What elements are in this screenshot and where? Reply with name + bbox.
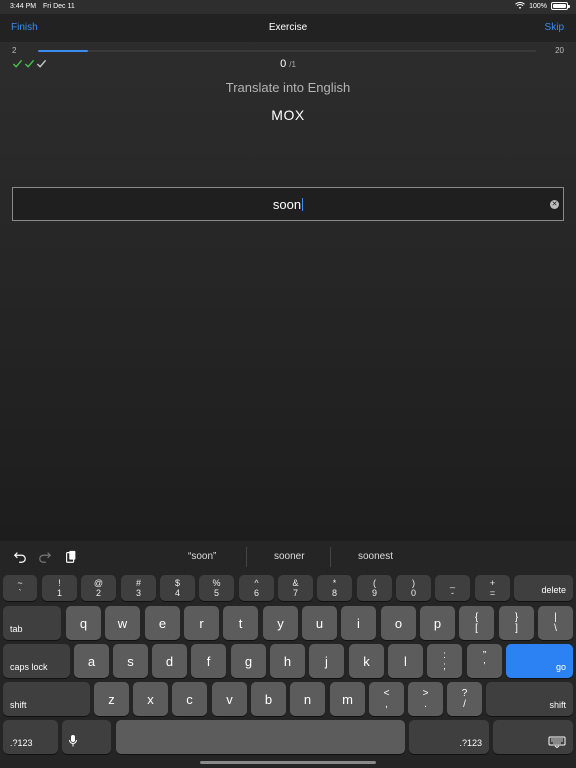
go-key[interactable]: go (506, 644, 573, 678)
wifi-icon (515, 2, 525, 9)
undo-icon[interactable] (13, 550, 27, 564)
key-period[interactable]: >. (408, 682, 443, 716)
answer-text-wrap: soon (13, 197, 563, 212)
key-q[interactable]: q (66, 606, 101, 640)
key-f[interactable]: f (191, 644, 226, 678)
suggestion-bar: “soon” sooner soonest (0, 541, 576, 572)
key-t[interactable]: t (223, 606, 258, 640)
key-6[interactable]: ^ 6 (239, 575, 274, 601)
key-minus[interactable]: _ - (435, 575, 470, 601)
progress-end-label: 20 (555, 46, 564, 55)
status-time: 3:44 PM (10, 3, 37, 10)
key-y[interactable]: y (263, 606, 298, 640)
page-title: Exercise (268, 22, 308, 33)
key-0[interactable]: ) 0 (396, 575, 431, 601)
key-h[interactable]: h (270, 644, 305, 678)
progress-start-label: 2 (12, 46, 17, 55)
key-p[interactable]: p (420, 606, 455, 640)
key-1[interactable]: ! 1 (42, 575, 77, 601)
key-quote[interactable]: ”’ (467, 644, 502, 678)
key-e[interactable]: e (145, 606, 180, 640)
numbers-right-key[interactable]: .?123 (409, 720, 489, 754)
shift-left-key[interactable]: shift (3, 682, 90, 716)
microphone-icon (69, 735, 77, 747)
progress-track (38, 50, 536, 52)
skip-button[interactable]: Skip (545, 22, 564, 33)
key-left-bracket[interactable]: {[ (459, 606, 494, 640)
key-equals[interactable]: + = (475, 575, 510, 601)
clear-icon[interactable]: ✕ (550, 200, 559, 209)
progress-fill (38, 50, 88, 52)
score: 0/1 (0, 58, 576, 70)
key-slash[interactable]: ? / (447, 682, 482, 716)
status-date: Fri Dec 11 (43, 3, 75, 10)
exercise-word: MOX (271, 107, 305, 123)
key-b[interactable]: b (251, 682, 286, 716)
key-v[interactable]: v (212, 682, 247, 716)
home-indicator (200, 761, 376, 764)
key-tilde[interactable]: ~ ` (3, 575, 37, 601)
space-key[interactable] (116, 720, 405, 754)
key-w[interactable]: w (105, 606, 140, 640)
exercise-prompt: Translate into English (225, 80, 351, 95)
key-j[interactable]: j (309, 644, 344, 678)
score-value: 0 (280, 58, 287, 70)
key-r[interactable]: r (184, 606, 219, 640)
key-u[interactable]: u (302, 606, 337, 640)
key-z[interactable]: z (94, 682, 129, 716)
suggestion-divider (246, 547, 247, 567)
status-right: 100% (515, 2, 570, 10)
suggestion-divider (330, 547, 331, 567)
score-total: /1 (289, 60, 296, 69)
key-backslash[interactable]: | \ (538, 606, 573, 640)
key-4[interactable]: $4 (160, 575, 195, 601)
key-k[interactable]: k (349, 644, 384, 678)
shift-right-key[interactable]: shift (486, 682, 573, 716)
key-i[interactable]: i (341, 606, 376, 640)
key-x[interactable]: x (133, 682, 168, 716)
key-n[interactable]: n (290, 682, 325, 716)
key-o[interactable]: o (381, 606, 416, 640)
numbers-left-key[interactable]: .?123 (3, 720, 58, 754)
navigation-bar: Finish Exercise Skip (0, 14, 576, 42)
key-2[interactable]: @2 (81, 575, 116, 601)
key-d[interactable]: d (152, 644, 187, 678)
caps-lock-key[interactable]: caps lock (3, 644, 70, 678)
key-comma[interactable]: <, (369, 682, 404, 716)
status-bar: 3:44 PM Fri Dec 11 100% (0, 0, 576, 14)
suggestion-item[interactable]: “soon” (188, 551, 216, 562)
answer-input[interactable]: soon ✕ (12, 187, 564, 221)
key-right-bracket[interactable]: }] (499, 606, 534, 640)
key-s[interactable]: s (113, 644, 148, 678)
paste-icon[interactable] (64, 550, 78, 564)
battery-percent: 100% (529, 2, 547, 10)
on-screen-keyboard: “soon” sooner soonest ~ ` ! 1 @2 #3 $4 % 5 … (0, 541, 576, 768)
tab-key[interactable]: tab (3, 606, 61, 640)
key-m[interactable]: m (330, 682, 365, 716)
delete-key[interactable]: delete (514, 575, 573, 601)
key-a[interactable]: a (74, 644, 109, 678)
key-semicolon[interactable]: :; (427, 644, 462, 678)
text-caret (301, 198, 304, 211)
key-g[interactable]: g (231, 644, 266, 678)
progress-row: 2 20 (0, 46, 576, 58)
key-8[interactable]: * 8 (317, 575, 352, 601)
dictation-key[interactable] (62, 720, 111, 754)
suggestion-item[interactable]: soonest (358, 551, 393, 562)
answer-value: soon (272, 197, 302, 212)
key-9[interactable]: (9 (357, 575, 392, 601)
key-3[interactable]: #3 (121, 575, 156, 601)
key-c[interactable]: c (172, 682, 207, 716)
battery-icon (551, 2, 570, 10)
hide-keyboard-key[interactable] (493, 720, 573, 754)
redo-icon[interactable] (38, 550, 52, 564)
keyboard-dismiss-icon (548, 736, 566, 748)
key-l[interactable]: l (388, 644, 423, 678)
suggestion-item[interactable]: sooner (274, 551, 305, 562)
key-7[interactable]: & 7 (278, 575, 313, 601)
key-5[interactable]: % 5 (199, 575, 234, 601)
